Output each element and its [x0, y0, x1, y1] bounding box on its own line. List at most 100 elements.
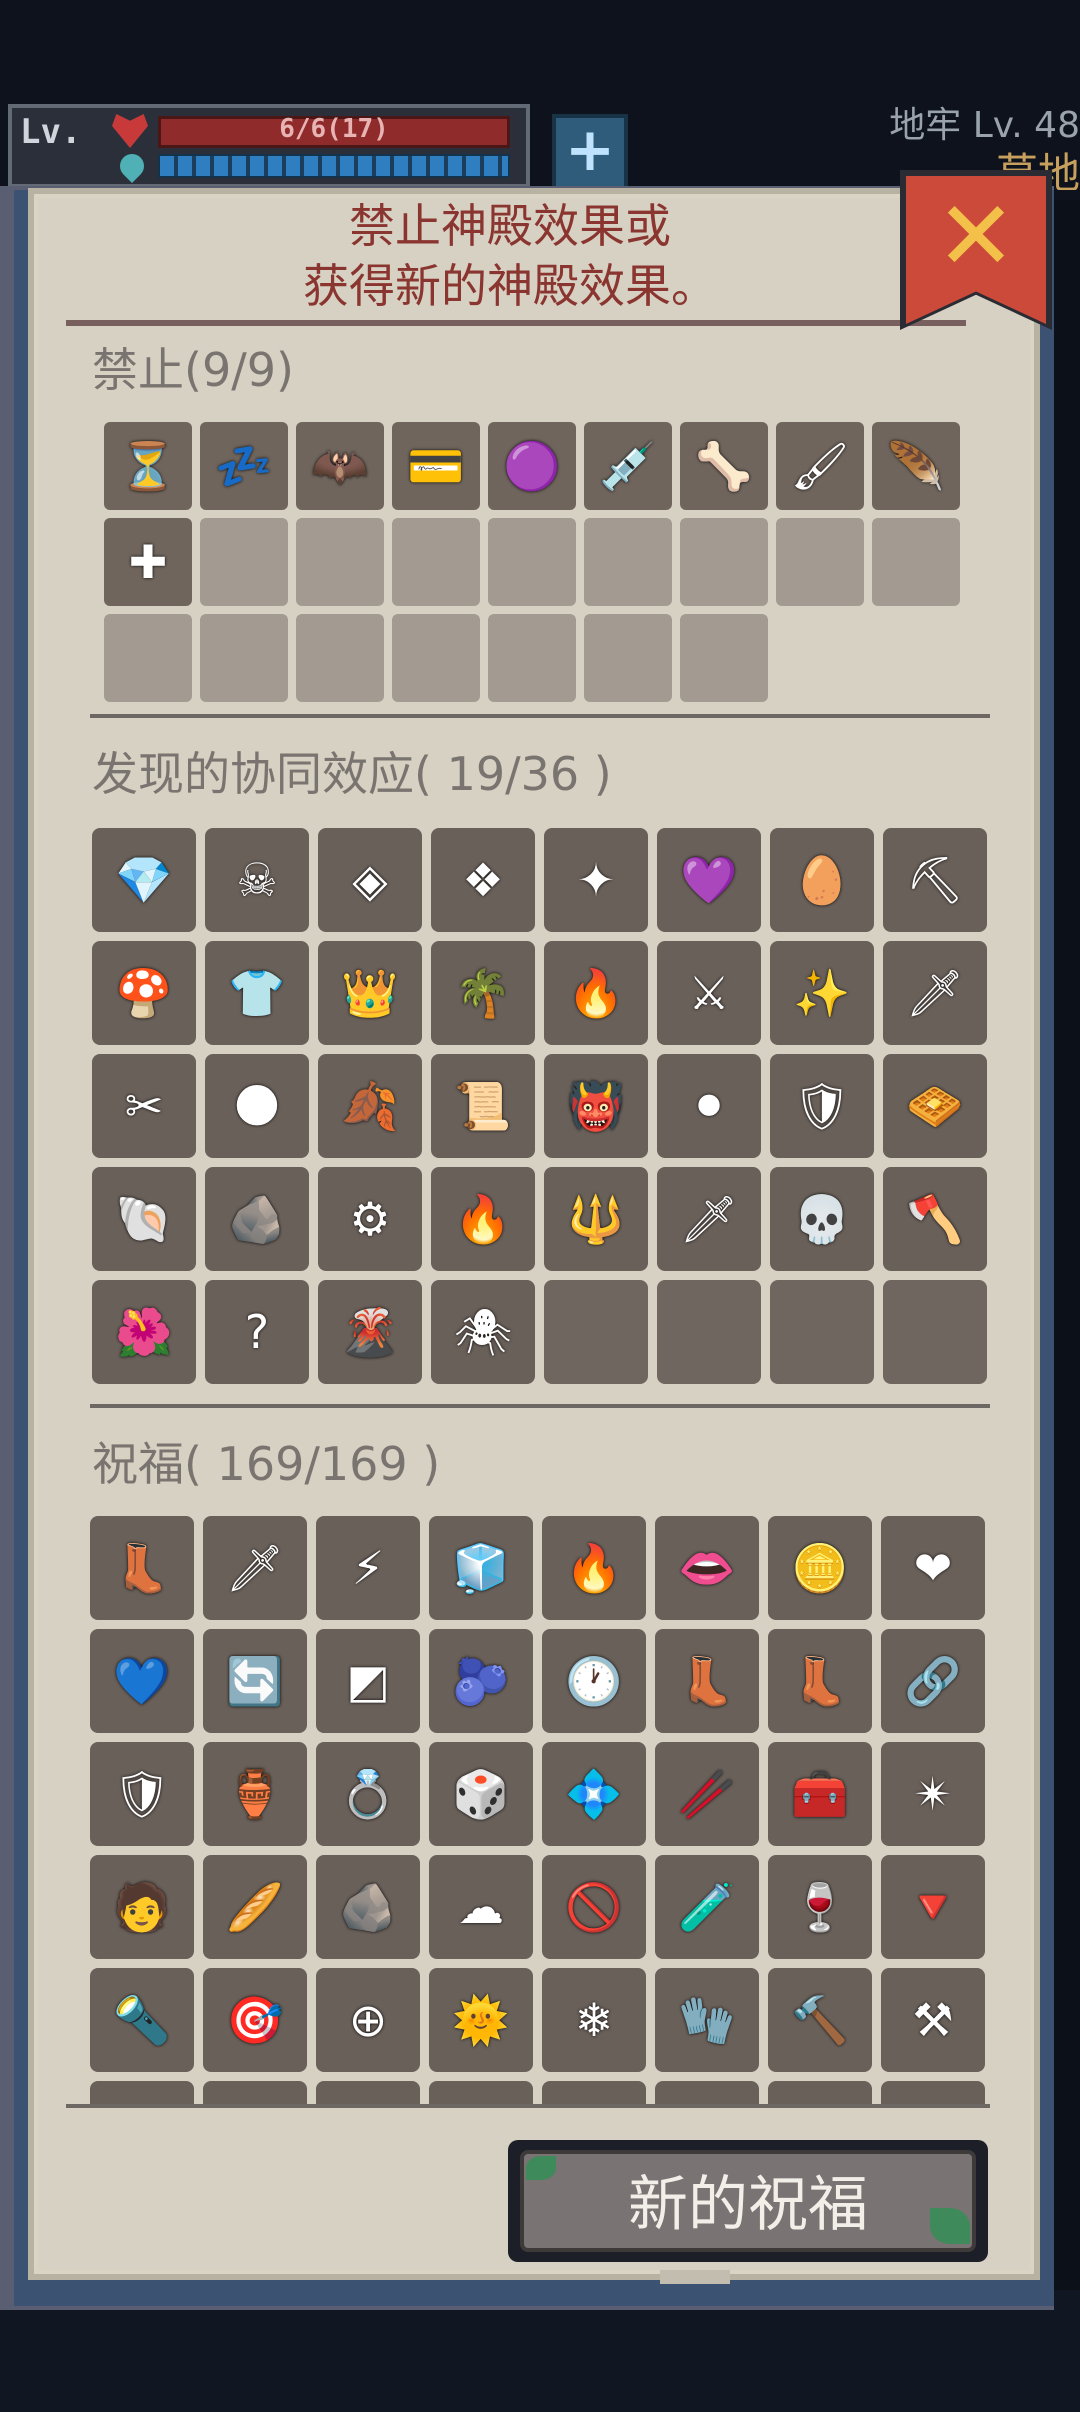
- blessing-slot[interactable]: 🛡: [90, 1742, 194, 1846]
- blessing-slot[interactable]: ☁: [429, 1855, 533, 1959]
- synergy-slot[interactable]: ✨: [770, 941, 874, 1045]
- blessing-slot[interactable]: 🧪: [655, 1855, 759, 1959]
- synergy-slot[interactable]: 🌴: [431, 941, 535, 1045]
- synergy-slot[interactable]: 💜: [657, 828, 761, 932]
- synergy-slot[interactable]: 🌑: [205, 1054, 309, 1158]
- new-blessing-button[interactable]: 新的祝福: [520, 2150, 976, 2252]
- blessing-slot[interactable]: 🪨: [316, 1855, 420, 1959]
- blessing-slot[interactable]: ⚒: [881, 1968, 985, 2072]
- synergy-slot[interactable]: 🍂: [318, 1054, 422, 1158]
- synergy-slot[interactable]: 💀: [770, 1167, 874, 1271]
- synergy-slot[interactable]: 🌋: [318, 1280, 422, 1384]
- blessing-slot[interactable]: ❄: [542, 1968, 646, 2072]
- banned-item-slot[interactable]: 💳: [392, 422, 480, 510]
- synergy-slot[interactable]: 🪨: [205, 1167, 309, 1271]
- synergy-slot[interactable]: ✂: [92, 1054, 196, 1158]
- synergy-slot[interactable]: 📜: [431, 1054, 535, 1158]
- close-icon[interactable]: ✕: [906, 186, 1046, 286]
- blessing-slot[interactable]: 🏺: [203, 1742, 307, 1846]
- blessing-slot[interactable]: 👢: [655, 1629, 759, 1733]
- synergy-slot[interactable]: 💎: [92, 828, 196, 932]
- blessing-slot[interactable]: 🗡: [203, 1516, 307, 1620]
- blessing-slot[interactable]: 👄: [655, 1516, 759, 1620]
- blessing-slot[interactable]: ⊕: [316, 1968, 420, 2072]
- blessing-slot[interactable]: 💍: [316, 1742, 420, 1846]
- banned-item-slot[interactable]: 🖌: [776, 422, 864, 510]
- banned-item-slot[interactable]: ⏳: [104, 422, 192, 510]
- synergy-slot[interactable]: 👹: [544, 1054, 648, 1158]
- blessing-slot[interactable]: 🔻: [881, 1855, 985, 1959]
- blessing-slot[interactable]: ·: [429, 2081, 533, 2104]
- synergy-slot[interactable]: ☠: [205, 828, 309, 932]
- blessing-slot[interactable]: 🪙: [768, 1516, 872, 1620]
- blessing-slot[interactable]: ·: [768, 2081, 872, 2104]
- blessing-slot[interactable]: 💠: [542, 1742, 646, 1846]
- blessing-slot[interactable]: ·: [90, 2081, 194, 2104]
- blessing-slot[interactable]: 🍷: [768, 1855, 872, 1959]
- banned-item-slot[interactable]: 🟣: [488, 422, 576, 510]
- item-icon: 🪙: [791, 1541, 849, 1595]
- banned-item-slot[interactable]: 🦇: [296, 422, 384, 510]
- blessing-slot[interactable]: 🌞: [429, 1968, 533, 2072]
- synergy-slot[interactable]: ⚔: [657, 941, 761, 1045]
- blessing-slot[interactable]: 🥢: [655, 1742, 759, 1846]
- synergy-slot[interactable]: ✦: [544, 828, 648, 932]
- synergy-slot[interactable]: 🗡: [883, 941, 987, 1045]
- blessing-slot[interactable]: ·: [316, 2081, 420, 2104]
- blessing-slot[interactable]: 🔦: [90, 1968, 194, 2072]
- banned-item-slot[interactable]: 🦴: [680, 422, 768, 510]
- synergy-slot[interactable]: 🗡: [657, 1167, 761, 1271]
- hud-plus-button[interactable]: +: [552, 114, 628, 190]
- blessing-slot[interactable]: 👢: [768, 1629, 872, 1733]
- blessing-slot[interactable]: 🔗: [881, 1629, 985, 1733]
- synergy-slot[interactable]: ⚫: [657, 1054, 761, 1158]
- blessing-slot[interactable]: ·: [542, 2081, 646, 2104]
- synergy-slot[interactable]: ◈: [318, 828, 422, 932]
- synergy-slot[interactable]: 🍄: [92, 941, 196, 1045]
- blessing-slot[interactable]: ·: [203, 2081, 307, 2104]
- blessing-slot[interactable]: 🫐: [429, 1629, 533, 1733]
- synergy-slot[interactable]: 🛡: [770, 1054, 874, 1158]
- blessing-scroll[interactable]: 👢 🗡 ⚡ 🧊 🔥 👄 🪙 ❤ 💙 🔄 ◩ 🫐 🕐 👢 👢 🔗 🛡 🏺 💍 🎲 💠 🥢 🧰 ✴ 🧑 🥖 🪨 ☁ 🚫 🧪 🍷 🔻 🔦 🎯 ⊕ 🌞 ❄ 🧤 🔨 ⚒…: [90, 1516, 990, 2104]
- blessing-slot[interactable]: ·: [655, 2081, 759, 2104]
- blessing-slot[interactable]: 🚫: [542, 1855, 646, 1959]
- banned-item-slot[interactable]: 💤: [200, 422, 288, 510]
- blessing-slot[interactable]: 🧊: [429, 1516, 533, 1620]
- synergy-slot[interactable]: 👕: [205, 941, 309, 1045]
- synergy-slot[interactable]: 🐚: [92, 1167, 196, 1271]
- blessing-slot[interactable]: 🎲: [429, 1742, 533, 1846]
- blessing-slot[interactable]: ⚡: [316, 1516, 420, 1620]
- banned-item-slot[interactable]: 🪶: [872, 422, 960, 510]
- blessing-slot[interactable]: 🧑: [90, 1855, 194, 1959]
- blessing-slot[interactable]: 👢: [90, 1516, 194, 1620]
- synergy-slot[interactable]: 🕷: [431, 1280, 535, 1384]
- add-ban-button[interactable]: ✚: [104, 518, 192, 606]
- synergy-slot[interactable]: 🔥: [544, 941, 648, 1045]
- synergy-slot[interactable]: 🥚: [770, 828, 874, 932]
- scroll-indicator[interactable]: [660, 2270, 730, 2284]
- blessing-slot[interactable]: 🕐: [542, 1629, 646, 1733]
- blessing-slot[interactable]: ❤: [881, 1516, 985, 1620]
- blessing-slot[interactable]: 💙: [90, 1629, 194, 1733]
- blessing-slot[interactable]: ✴: [881, 1742, 985, 1846]
- banned-item-slot[interactable]: 💉: [584, 422, 672, 510]
- synergy-slot[interactable]: ⛏: [883, 828, 987, 932]
- blessing-slot[interactable]: 🥖: [203, 1855, 307, 1959]
- blessing-slot[interactable]: 🔥: [542, 1516, 646, 1620]
- synergy-slot[interactable]: ?: [205, 1280, 309, 1384]
- blessing-slot[interactable]: 🧰: [768, 1742, 872, 1846]
- blessing-slot[interactable]: ·: [881, 2081, 985, 2104]
- synergy-slot[interactable]: 🔱: [544, 1167, 648, 1271]
- blessing-slot[interactable]: ◩: [316, 1629, 420, 1733]
- synergy-slot[interactable]: 🪓: [883, 1167, 987, 1271]
- synergy-slot[interactable]: ❖: [431, 828, 535, 932]
- synergy-slot[interactable]: 🧇: [883, 1054, 987, 1158]
- blessing-slot[interactable]: 🔄: [203, 1629, 307, 1733]
- synergy-slot[interactable]: 🔥: [431, 1167, 535, 1271]
- blessing-slot[interactable]: 🎯: [203, 1968, 307, 2072]
- synergy-slot[interactable]: 👑: [318, 941, 422, 1045]
- blessing-slot[interactable]: 🔨: [768, 1968, 872, 2072]
- synergy-slot[interactable]: 🌺: [92, 1280, 196, 1384]
- blessing-slot[interactable]: 🧤: [655, 1968, 759, 2072]
- synergy-slot[interactable]: ⚙: [318, 1167, 422, 1271]
